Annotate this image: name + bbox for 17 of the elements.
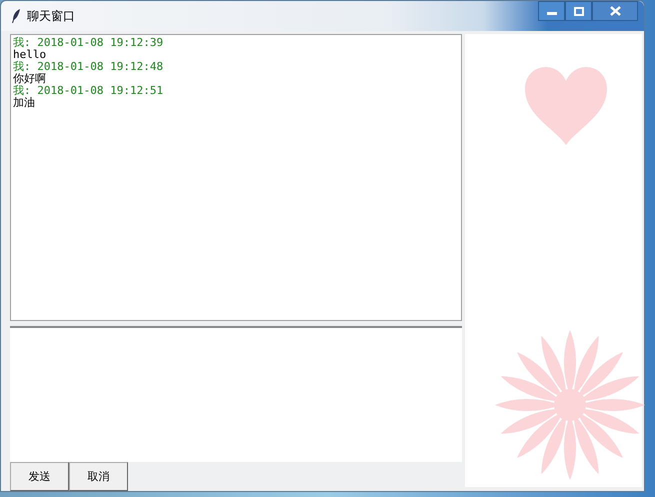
- message-header: 我: 2018-01-08 19:12:48: [13, 61, 164, 73]
- feather-icon: [11, 8, 21, 24]
- minimize-button[interactable]: [538, 1, 565, 21]
- maximize-button[interactable]: [565, 1, 592, 21]
- heart-icon: [525, 67, 607, 145]
- window-title: 聊天窗口: [27, 8, 75, 24]
- close-button[interactable]: [592, 1, 638, 21]
- close-icon: [610, 6, 620, 16]
- message-text: hello: [13, 49, 48, 61]
- maximize-icon: [574, 6, 584, 16]
- message-text: 你好啊: [13, 73, 47, 85]
- send-button[interactable]: 发送: [10, 462, 69, 491]
- cancel-button[interactable]: 取消: [69, 462, 128, 491]
- message-text: 加油: [13, 97, 36, 109]
- input-field[interactable]: [10, 326, 462, 462]
- message-header: 我: 2018-01-08 19:12:39: [13, 37, 164, 49]
- message-header: 我: 2018-01-08 19:12:51: [13, 85, 164, 97]
